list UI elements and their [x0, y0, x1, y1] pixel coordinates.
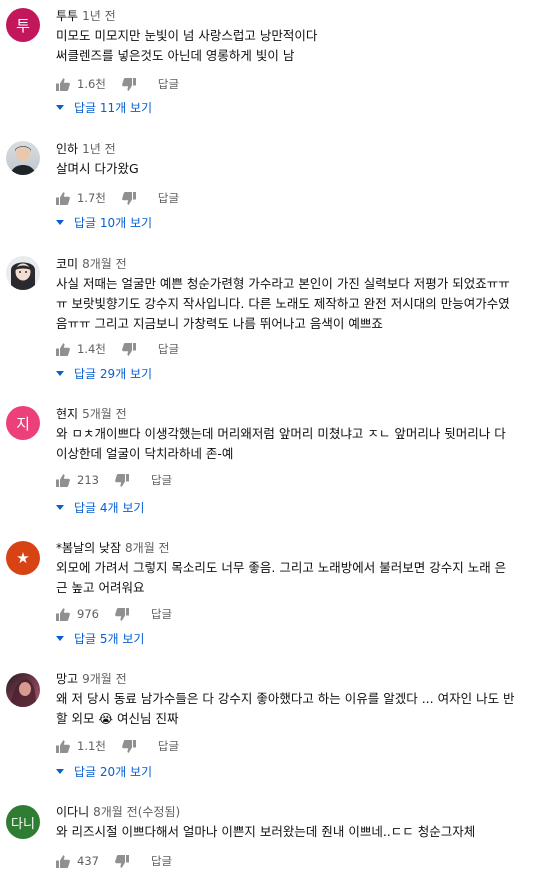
comment-time[interactable]: 5개월 전 — [82, 407, 127, 421]
dislike-icon[interactable] — [122, 191, 136, 205]
comment-text: 외모에 가려서 그렇지 목소리도 너무 좋음. 그리고 노래방에서 불러보면 강… — [56, 558, 542, 598]
comment-line: 써클렌즈를 넣은것도 아닌데 영롱하게 빛이 남 — [56, 48, 295, 63]
comment-author[interactable]: 투투 — [56, 9, 78, 23]
view-replies-button[interactable]: 답글 10개 보기 — [56, 212, 152, 232]
comment-line: 할 외모 😭 여신님 진짜 — [56, 711, 179, 726]
like-icon[interactable] — [56, 77, 70, 91]
dislike-icon[interactable] — [122, 342, 136, 356]
like-count: 976 — [77, 607, 99, 621]
reply-button[interactable]: 답글 — [151, 472, 172, 488]
comment-author[interactable]: 코미 — [56, 257, 78, 271]
reply-button[interactable]: 답글 — [151, 853, 172, 869]
avatar[interactable] — [6, 256, 40, 290]
comment-text: 사실 저때는 얼굴만 예쁜 청순가련형 가수라고 본인이 가진 실력보다 저평가… — [56, 274, 542, 334]
dislike-icon[interactable] — [115, 854, 129, 868]
caret-down-icon — [56, 370, 64, 376]
reply-button[interactable]: 답글 — [151, 606, 172, 622]
comment-author[interactable]: 이다니 — [56, 805, 89, 819]
comment-time[interactable]: 1년 전 — [82, 9, 116, 23]
view-replies-label: 답글 5개 보기 — [74, 631, 145, 646]
comment-author[interactable]: *봄날의 낮잠 — [56, 541, 121, 555]
caret-down-icon — [56, 768, 64, 774]
like-count: 1.1천 — [77, 739, 106, 753]
like-icon[interactable] — [56, 473, 70, 487]
like-icon[interactable] — [56, 739, 70, 753]
reply-button[interactable]: 답글 — [158, 190, 179, 206]
comment-text: 와 리즈시절 이쁘다해서 얼마나 이쁜지 보러왔는데 줜내 이쁘네..ㄷㄷ 청순… — [56, 822, 542, 842]
view-replies-label: 답글 4개 보기 — [74, 500, 145, 515]
comment-text: 왜 저 당시 동료 남가수들은 다 강수지 좋아했다고 하는 이유를 알겠다 .… — [56, 689, 542, 729]
like-count: 1.6천 — [77, 77, 106, 91]
view-replies-label: 답글 10개 보기 — [74, 215, 153, 230]
comment-line: 와 리즈시절 이쁘다해서 얼마나 이쁜지 보러왔는데 줜내 이쁘네..ㄷㄷ 청순… — [56, 824, 476, 839]
comment-line: 이상한데 얼굴이 닥치라하네 존-예 — [56, 446, 234, 461]
dislike-icon[interactable] — [115, 473, 129, 487]
reply-button[interactable]: 답글 — [158, 76, 179, 92]
caret-down-icon — [56, 635, 64, 641]
view-replies-label: 답글 29개 보기 — [74, 366, 153, 381]
comment-time[interactable]: 8개월 전 — [82, 257, 127, 271]
caret-down-icon — [56, 504, 64, 510]
comment-author[interactable]: 망고 — [56, 672, 78, 686]
comment-time[interactable]: 1년 전 — [82, 142, 116, 156]
like-count: 1.7천 — [77, 191, 106, 205]
comment-line: 근 높고 어려워요 — [56, 580, 145, 595]
avatar[interactable] — [6, 673, 40, 707]
view-replies-button[interactable]: 답글 29개 보기 — [56, 363, 152, 383]
comment-line: 왜 저 당시 동료 남가수들은 다 강수지 좋아했다고 하는 이유를 알겠다 .… — [56, 691, 515, 706]
comment-text: 와 ㅁㅊ개이쁘다 이생각했는데 머리왜저럼 앞머리 미쳤냐고 ㅈㄴ 앞머리나 뒷… — [56, 424, 542, 464]
comment-author[interactable]: 인하 — [56, 142, 78, 156]
avatar[interactable]: 다니 — [6, 805, 40, 839]
comment-author[interactable]: 현지 — [56, 407, 78, 421]
comment-line: 사실 저때는 얼굴만 예쁜 청순가련형 가수라고 본인이 가진 실력보다 저평가… — [56, 276, 510, 291]
comment-line: 와 ㅁㅊ개이쁘다 이생각했는데 머리왜저럼 앞머리 미쳤냐고 ㅈㄴ 앞머리나 뒷… — [56, 426, 506, 441]
dislike-icon[interactable] — [115, 607, 129, 621]
comment-text: 살며시 다가왔G — [56, 159, 542, 179]
dislike-icon[interactable] — [122, 739, 136, 753]
avatar[interactable]: 지 — [6, 406, 40, 440]
avatar[interactable]: ★ — [6, 541, 40, 575]
comment-text: 미모도 미모지만 눈빛이 넘 사랑스럽고 낭만적이다 써클렌즈를 넣은것도 아닌… — [56, 26, 542, 66]
comment-line: 음ㅠㅠ 그리고 지금보니 가창력도 나름 뛰어나고 음색이 예쁘죠 — [56, 316, 383, 331]
comment-time[interactable]: 9개월 전 — [82, 672, 127, 686]
avatar[interactable] — [6, 141, 40, 175]
comment-line: 외모에 가려서 그렇지 목소리도 너무 좋음. 그리고 노래방에서 불러보면 강… — [56, 560, 507, 575]
like-icon[interactable] — [56, 342, 70, 356]
caret-down-icon — [56, 104, 64, 110]
view-replies-label: 답글 20개 보기 — [74, 764, 153, 779]
comment-line: 살며시 다가왔G — [56, 161, 139, 176]
view-replies-button[interactable]: 답글 11개 보기 — [56, 97, 152, 117]
like-count: 213 — [77, 473, 99, 487]
avatar[interactable]: 투 — [6, 8, 40, 42]
view-replies-button[interactable]: 답글 4개 보기 — [56, 497, 144, 517]
comment-line: 미모도 미모지만 눈빛이 넘 사랑스럽고 낭만적이다 — [56, 28, 318, 43]
dislike-icon[interactable] — [122, 77, 136, 91]
reply-button[interactable]: 답글 — [158, 738, 179, 754]
like-icon[interactable] — [56, 854, 70, 868]
view-replies-button[interactable]: 답글 5개 보기 — [56, 628, 144, 648]
comment-line: ㅠ 보랏빛향기도 강수지 작사입니다. 다른 노래도 제작하고 완전 저시대의 … — [56, 296, 510, 311]
view-replies-label: 답글 11개 보기 — [74, 100, 153, 115]
like-icon[interactable] — [56, 191, 70, 205]
like-count: 437 — [77, 854, 99, 868]
comment-time[interactable]: 8개월 전(수정됨) — [93, 805, 180, 819]
view-replies-button[interactable]: 답글 20개 보기 — [56, 761, 152, 781]
caret-down-icon — [56, 219, 64, 225]
like-icon[interactable] — [56, 607, 70, 621]
like-count: 1.4천 — [77, 342, 106, 356]
reply-button[interactable]: 답글 — [158, 341, 179, 357]
comment-time[interactable]: 8개월 전 — [125, 541, 170, 555]
